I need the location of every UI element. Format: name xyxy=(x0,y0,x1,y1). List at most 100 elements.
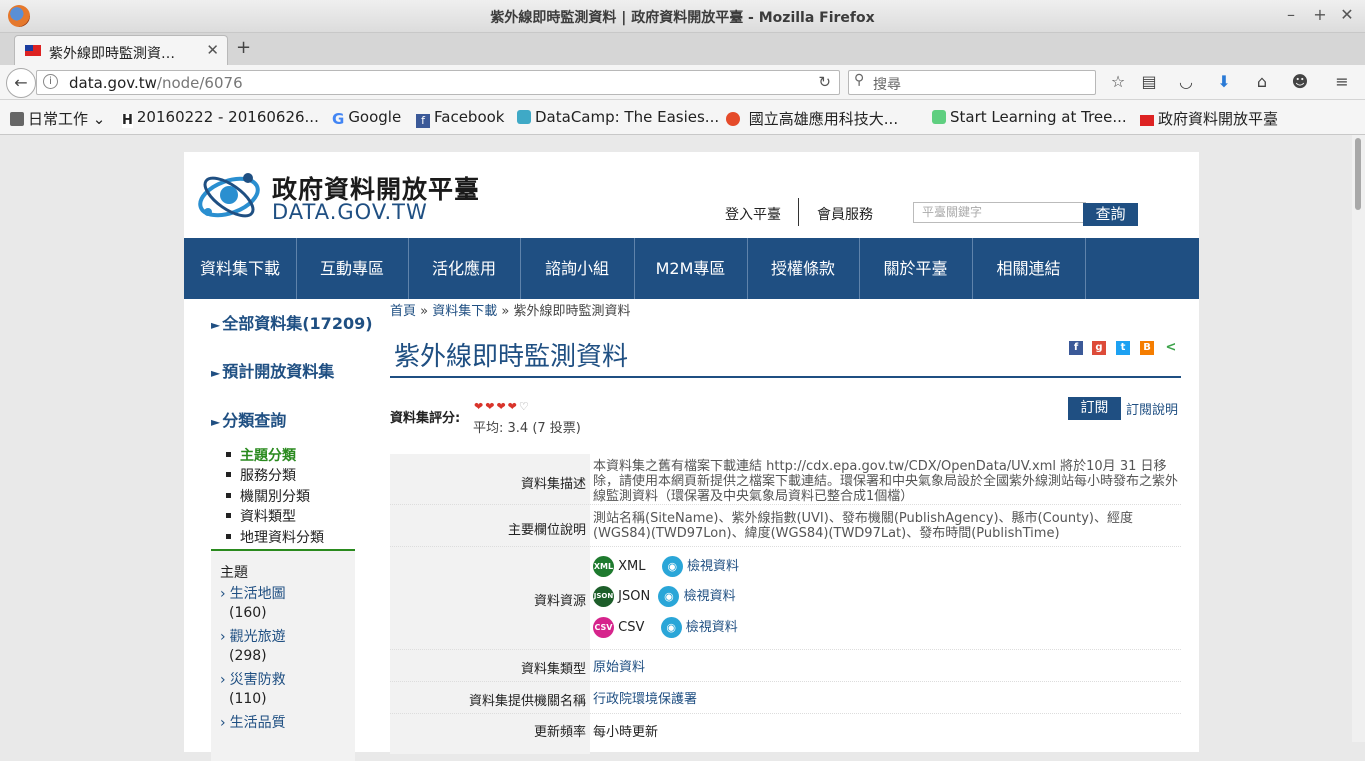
googleplus-share-icon[interactable]: g xyxy=(1092,341,1106,355)
category-geo[interactable]: 地理資料分類 xyxy=(226,527,324,547)
category-data-type[interactable]: 資料類型 xyxy=(226,506,296,526)
back-button[interactable]: ← xyxy=(6,68,36,98)
search-placeholder: 搜尋 xyxy=(873,77,901,93)
google-icon: G xyxy=(332,110,345,128)
topic-link[interactable]: › 災害防救 xyxy=(220,669,286,689)
view-data-link[interactable]: 檢視資料 xyxy=(687,559,739,574)
chat-icon[interactable]: ☻ xyxy=(1290,72,1310,92)
row-divider xyxy=(390,504,1181,506)
breadcrumb-parent[interactable]: 資料集下載 xyxy=(432,304,497,319)
nav-item[interactable]: 資料集下載 xyxy=(184,238,297,299)
nav-item[interactable]: 相關連結 xyxy=(972,238,1086,299)
eye-icon[interactable]: ◉ xyxy=(658,586,680,607)
bookmark-item[interactable]: H 20160222 - 20160626... xyxy=(122,108,319,128)
heart-icon[interactable]: ❤ xyxy=(474,400,485,413)
sidebar-all-datasets[interactable]: ► 全部資料集(17209) xyxy=(211,310,373,334)
nav-item[interactable]: 授權條款 xyxy=(747,238,860,299)
heart-icon[interactable]: ❤ xyxy=(485,400,496,413)
header-divider xyxy=(798,198,799,226)
bullet-icon xyxy=(226,493,231,498)
category-service[interactable]: 服務分類 xyxy=(226,465,296,485)
rating-hearts[interactable]: ❤❤❤❤♡ xyxy=(474,400,531,413)
site-logo-en[interactable]: DATA.GOV.TW xyxy=(272,200,428,224)
subscribe-button[interactable]: 訂閱 xyxy=(1068,397,1121,420)
bookmark-star-icon[interactable]: ☆ xyxy=(1108,72,1128,92)
pocket-icon[interactable]: ◡ xyxy=(1176,72,1196,92)
topic-link[interactable]: › 觀光旅遊 xyxy=(220,626,286,646)
type-value[interactable]: 原始資料 xyxy=(593,660,645,675)
heart-outline-icon[interactable]: ♡ xyxy=(519,400,531,413)
topic-label: 生活地圖 xyxy=(229,586,286,602)
login-link[interactable]: 登入平臺 xyxy=(725,204,781,224)
subscribe-help-link[interactable]: 訂閱說明 xyxy=(1126,399,1178,418)
bookmark-item[interactable]: 政府資料開放平臺 xyxy=(1140,108,1278,129)
new-tab-button[interactable]: + xyxy=(236,37,251,58)
member-link[interactable]: 會員服務 xyxy=(817,204,873,224)
reload-icon[interactable]: ↻ xyxy=(818,73,831,91)
keyword-input[interactable]: 平臺關鍵字 xyxy=(913,202,1086,223)
facebook-share-icon[interactable]: f xyxy=(1069,341,1083,355)
close-tab-icon[interactable]: ✕ xyxy=(206,41,219,59)
resource-format[interactable]: JSON xyxy=(618,589,650,604)
category-agency[interactable]: 機關別分類 xyxy=(226,486,310,506)
resource-format[interactable]: CSV xyxy=(618,620,644,635)
resource-format[interactable]: XML xyxy=(618,559,645,574)
bookmark-item[interactable]: DataCamp: The Easies... xyxy=(517,108,719,126)
maximize-button[interactable]: + xyxy=(1309,4,1331,26)
view-data-link[interactable]: 檢視資料 xyxy=(686,620,738,635)
breadcrumb: 首頁 » 資料集下載 » 紫外線即時監測資料 xyxy=(390,300,631,319)
agency-value[interactable]: 行政院環境保護署 xyxy=(593,692,697,707)
chevron-right-icon: › xyxy=(220,586,226,602)
downloads-icon[interactable]: ⬇ xyxy=(1214,72,1234,92)
menu-icon[interactable]: ≡ xyxy=(1332,72,1352,92)
view-data-link[interactable]: 檢視資料 xyxy=(684,589,736,604)
bookmark-label: 政府資料開放平臺 xyxy=(1158,110,1279,128)
bullet-icon xyxy=(226,452,231,457)
bookmark-item[interactable]: Start Learning at Tree... xyxy=(932,108,1127,126)
minimize-button[interactable]: – xyxy=(1280,4,1302,26)
category-theme[interactable]: 主題分類 xyxy=(226,445,296,465)
sidebar-classify[interactable]: ► 分類查詢 xyxy=(211,407,286,431)
browser-tab[interactable]: 紫外線即時監測資… ✕ xyxy=(14,35,228,66)
bullet-icon xyxy=(226,534,231,539)
xml-badge-icon: XML xyxy=(593,556,614,577)
site-info-icon[interactable]: i xyxy=(43,74,58,89)
share-icon[interactable]: < xyxy=(1164,341,1178,355)
bookmark-item[interactable]: f Facebook xyxy=(416,108,504,128)
window-titlebar: 紫外線即時監測資料 | 政府資料開放平臺 - Mozilla Firefox –… xyxy=(0,0,1365,33)
bookmark-item[interactable]: G Google xyxy=(332,108,401,128)
nav-item[interactable]: 互動專區 xyxy=(296,238,409,299)
url-path: /node/6076 xyxy=(156,74,243,92)
twitter-share-icon[interactable]: t xyxy=(1116,341,1130,355)
row-divider xyxy=(390,546,1181,548)
blogger-share-icon[interactable]: B xyxy=(1140,341,1154,355)
nav-item[interactable]: 諮詢小組 xyxy=(520,238,635,299)
topic-link[interactable]: › 生活地圖 xyxy=(220,583,286,603)
topic-link[interactable]: › 生活品質 xyxy=(220,712,286,732)
bookmark-item[interactable]: 國立高雄應用科技大... xyxy=(726,108,898,129)
eye-icon[interactable]: ◉ xyxy=(660,617,682,638)
json-badge-icon: JSON xyxy=(593,586,614,607)
type-label: 資料集類型 xyxy=(390,658,586,677)
home-icon[interactable]: ⌂ xyxy=(1252,72,1272,92)
search-bar[interactable]: ⚲ 搜尋 xyxy=(848,70,1096,95)
breadcrumb-home[interactable]: 首頁 xyxy=(390,304,416,319)
main-nav: 資料集下載 互動專區 活化應用 諮詢小組 M2M專區 授權條款 關於平臺 相關連… xyxy=(184,238,1199,299)
nav-item[interactable]: 活化應用 xyxy=(408,238,521,299)
url-bar[interactable]: i data.gov.tw/node/6076 ↻ xyxy=(36,70,840,95)
scrollbar-thumb[interactable] xyxy=(1355,138,1361,210)
reading-list-icon[interactable]: ▤ xyxy=(1139,72,1159,92)
bookmark-label: 20160222 - 20160626... xyxy=(136,108,319,126)
sidebar-planned-datasets[interactable]: ► 預計開放資料集 xyxy=(211,358,334,382)
heart-icon[interactable]: ❤ xyxy=(496,400,507,413)
category-label: 地理資料分類 xyxy=(240,530,324,546)
keyword-search-button[interactable]: 查詢 xyxy=(1083,203,1138,226)
close-window-button[interactable]: ✕ xyxy=(1336,4,1358,26)
bookmark-folder[interactable]: 日常工作 ⌄ xyxy=(10,108,105,129)
heart-icon[interactable]: ❤ xyxy=(508,400,519,413)
nav-item[interactable]: M2M專區 xyxy=(634,238,748,299)
nav-item[interactable]: 關於平臺 xyxy=(859,238,973,299)
vertical-scrollbar[interactable] xyxy=(1352,135,1365,742)
bullet-icon xyxy=(226,472,231,477)
eye-icon[interactable]: ◉ xyxy=(661,556,683,577)
